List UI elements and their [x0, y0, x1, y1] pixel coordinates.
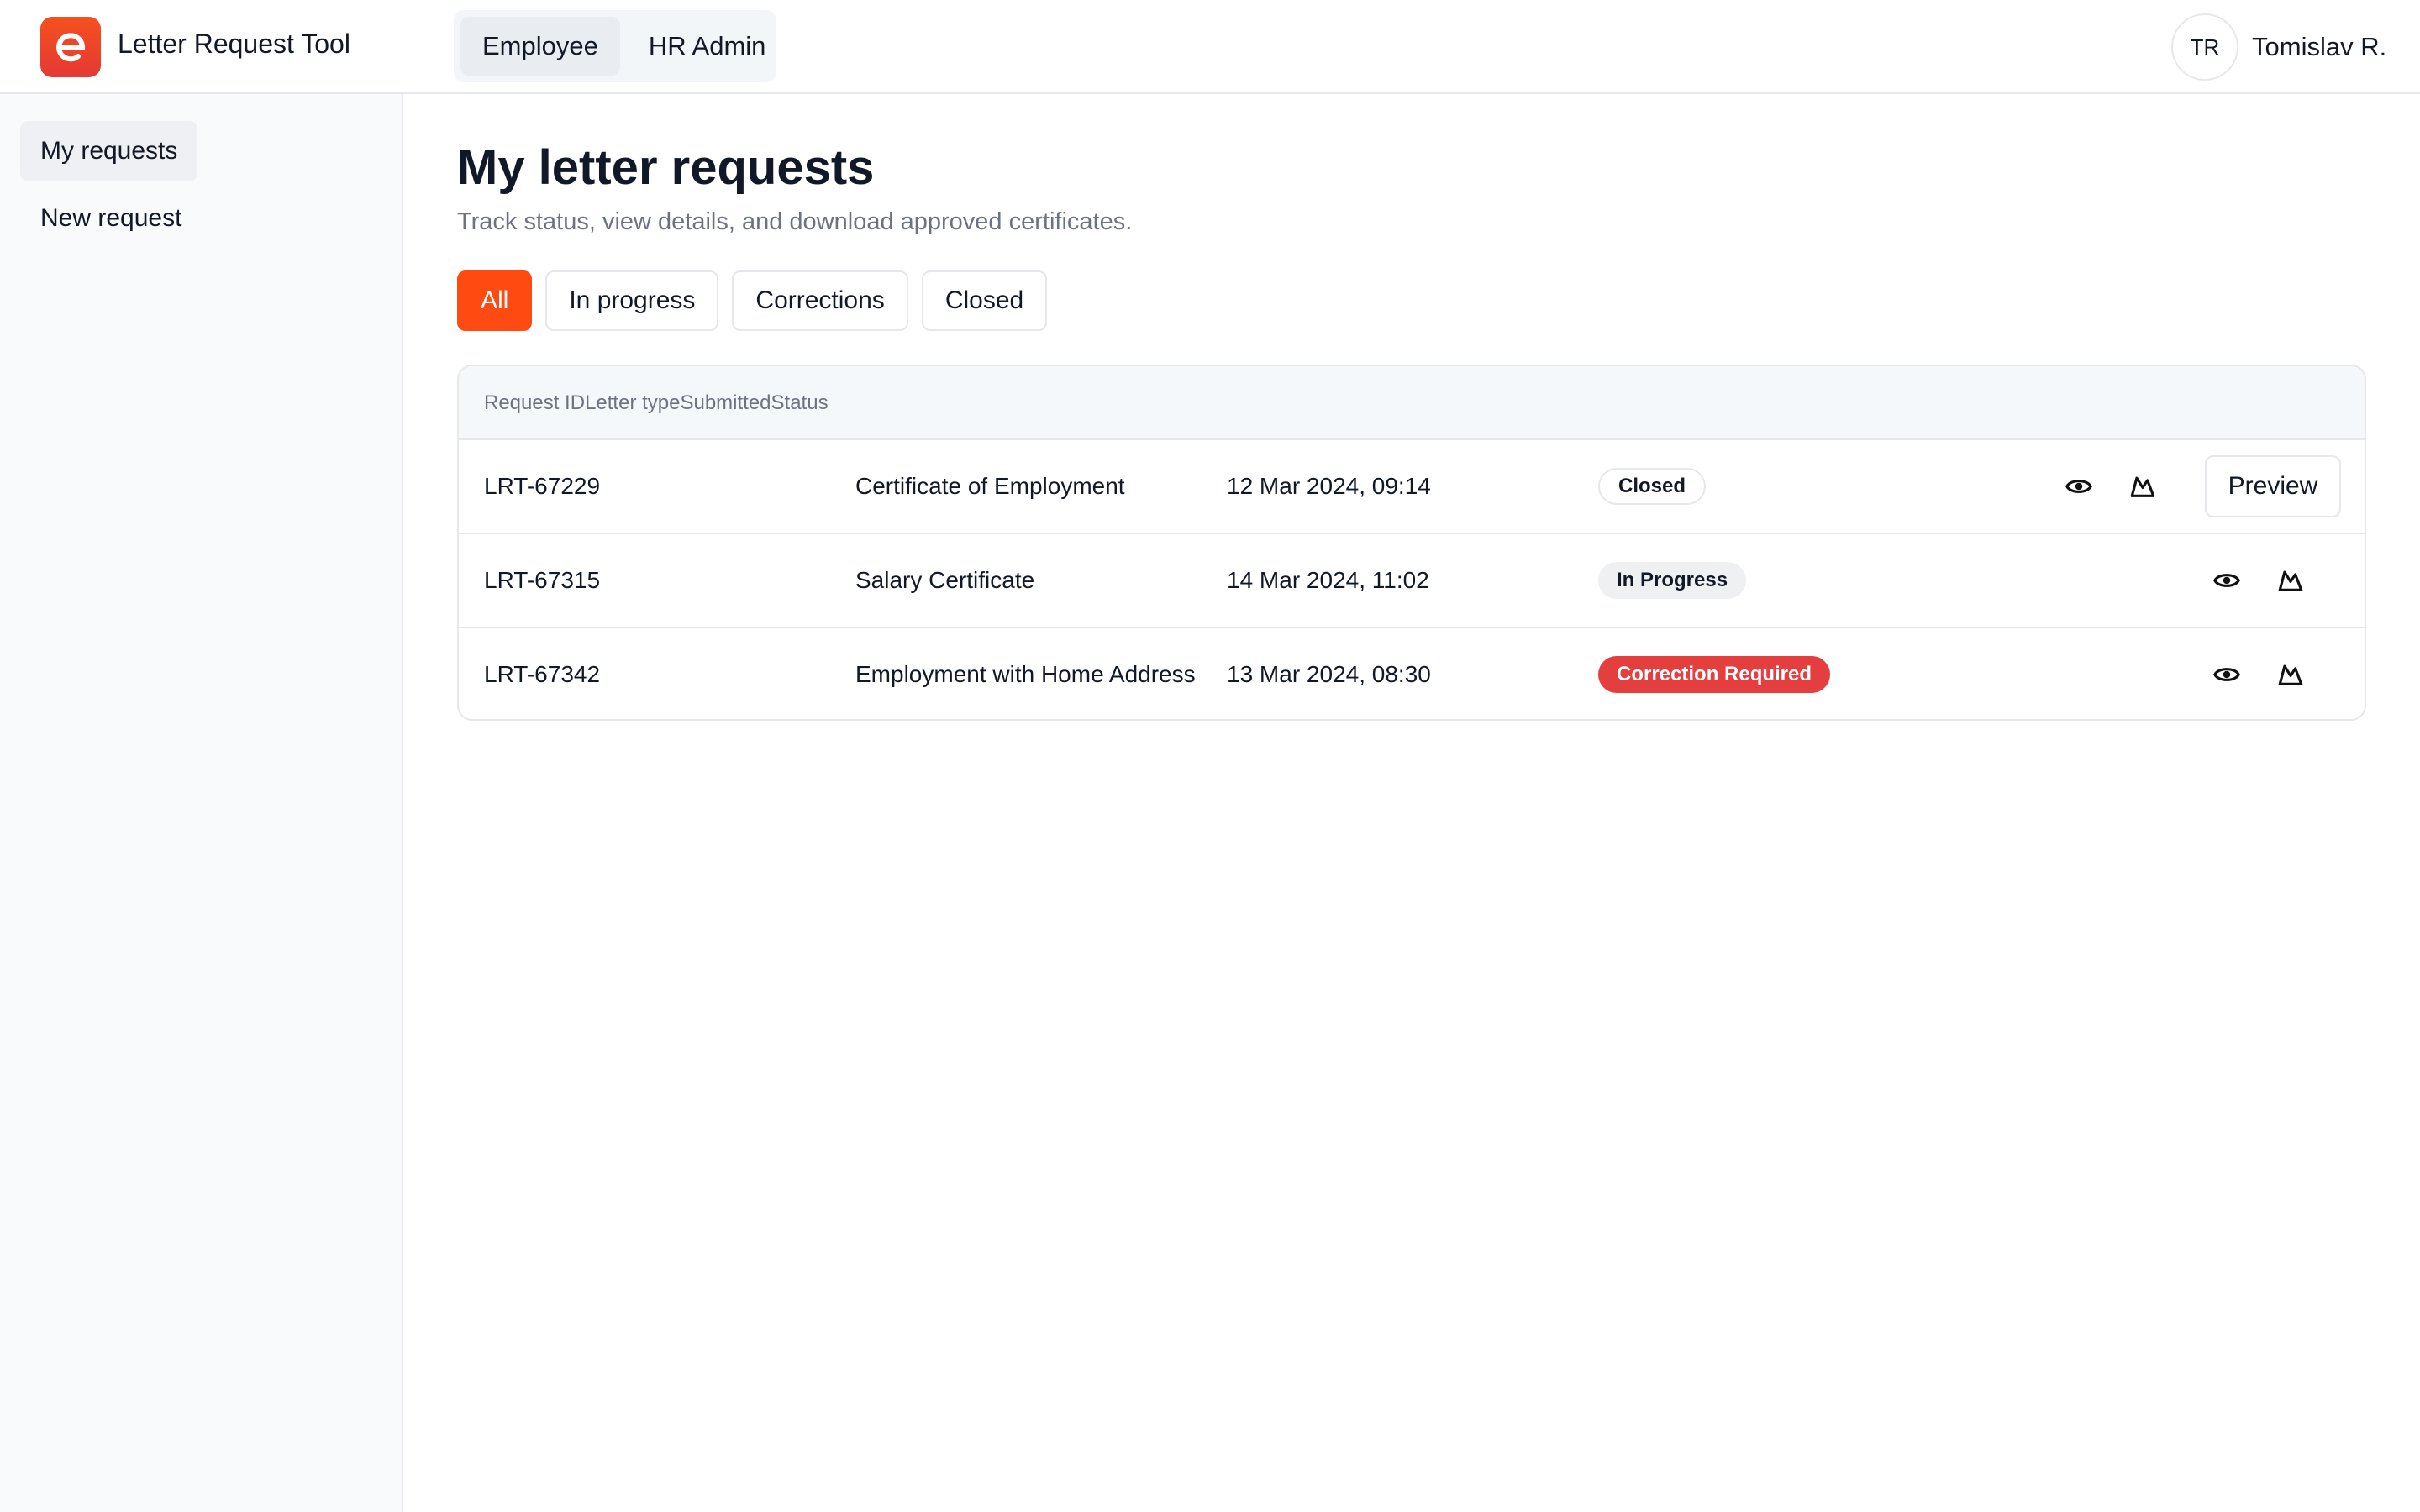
- column-header-submitted: Submitted: [680, 391, 771, 414]
- mountain-icon[interactable]: [2270, 560, 2311, 601]
- sidebar: My requests New request: [0, 94, 403, 1512]
- submitted-date: 14 Mar 2024, 11:02: [1227, 567, 1429, 593]
- filter-in-progress-button[interactable]: In progress: [545, 270, 719, 331]
- user-avatar[interactable]: TR: [2171, 13, 2238, 81]
- letter-type: Salary Certificate: [855, 567, 1035, 593]
- page-subtitle: Track status, view details, and download…: [457, 208, 1133, 235]
- submitted-date: 13 Mar 2024, 08:30: [1227, 661, 1431, 687]
- request-id: LRT-67342: [484, 661, 601, 687]
- status-badge: Closed: [1598, 468, 1707, 505]
- mountain-icon[interactable]: [2123, 466, 2163, 507]
- status-cell: Closed: [1598, 440, 1707, 533]
- table-header: Request ID Letter type Submitted Status: [459, 366, 2365, 438]
- table-row[interactable]: LRT-67315 Salary Certificate 14 Mar 2024…: [459, 533, 2365, 627]
- role-tab-employee[interactable]: Employee: [460, 17, 620, 76]
- app-root: Letter Request Tool Employee HR Admin TR…: [0, 0, 2420, 1512]
- table-row[interactable]: LRT-67229 Certificate of Employment 12 M…: [459, 438, 2365, 533]
- sidebar-item-my-requests[interactable]: My requests: [20, 121, 198, 181]
- table-row[interactable]: LRT-67342 Employment with Home Address 1…: [459, 627, 2365, 719]
- request-id: LRT-67315: [484, 567, 601, 593]
- app-title: Letter Request Tool: [118, 29, 350, 59]
- filter-corrections-button[interactable]: Corrections: [732, 270, 908, 331]
- column-header-letter-type: Letter type: [585, 391, 681, 414]
- eye-icon[interactable]: [2059, 466, 2099, 507]
- role-tab-hr-admin[interactable]: HR Admin: [627, 17, 788, 76]
- filter-closed-button[interactable]: Closed: [921, 270, 1048, 331]
- sidebar-item-new-request[interactable]: New request: [20, 188, 202, 249]
- request-id: LRT-67229: [484, 473, 601, 499]
- app-logo-icon: [40, 17, 101, 77]
- user-name[interactable]: Tomislav R.: [2252, 32, 2386, 62]
- mountain-icon[interactable]: [2270, 654, 2311, 695]
- role-switcher: Employee HR Admin: [454, 10, 776, 82]
- page-title: My letter requests: [457, 140, 875, 195]
- status-cell: In Progress: [1598, 534, 1747, 627]
- filter-all-button[interactable]: All: [457, 270, 533, 331]
- column-header-request-id: Request ID: [484, 391, 586, 414]
- submitted-date: 12 Mar 2024, 09:14: [1227, 473, 1431, 499]
- column-header-status: Status: [771, 391, 829, 414]
- requests-table: Request ID Letter type Submitted Status …: [457, 365, 2366, 721]
- status-badge: In Progress: [1598, 562, 1747, 599]
- status-badge: Correction Required: [1598, 656, 1831, 693]
- preview-button[interactable]: Preview: [2205, 455, 2341, 517]
- letter-type: Certificate of Employment: [855, 473, 1125, 499]
- top-header: Letter Request Tool Employee HR Admin TR…: [0, 0, 2420, 94]
- eye-icon[interactable]: [2207, 560, 2247, 601]
- letter-type: Employment with Home Address: [855, 661, 1196, 687]
- eye-icon[interactable]: [2207, 654, 2247, 695]
- filter-bar: All In progress Corrections Closed: [457, 270, 1048, 331]
- status-cell: Correction Required: [1598, 628, 1831, 719]
